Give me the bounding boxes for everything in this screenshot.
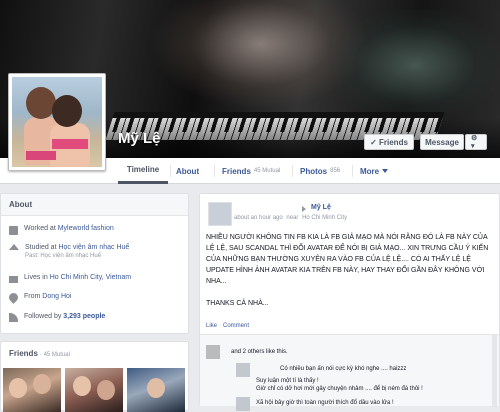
post-author-name[interactable]: Mỹ Lệ [311, 204, 331, 211]
tab-photos-count: 856 [330, 168, 341, 174]
followers-icon [9, 313, 18, 322]
tab-about[interactable]: About [176, 158, 199, 184]
about-work: Worked at Myleworld fashion [9, 225, 114, 235]
tab-timeline[interactable]: Timeline [118, 158, 168, 184]
about-title[interactable]: About [1, 194, 188, 216]
about-from-link[interactable]: Dong Hoi [42, 293, 71, 300]
liker-avatar[interactable] [206, 345, 220, 359]
likes-text: and 2 others like this. [231, 349, 288, 355]
comment-text: Giờ chỉ có dở hơi mới gây chuyện nhảm ..… [256, 386, 423, 392]
comment: Có nhiều bạn ấn nói cực kỳ khó nghe ....… [236, 363, 407, 377]
comment: Suy luận một tí là thấy ! Giờ chỉ có dở … [256, 377, 423, 393]
cover-dress-highlight [330, 10, 500, 120]
friends-button[interactable]: ✓ Friends [364, 134, 414, 150]
about-lives-prefix: Lives in [24, 274, 50, 281]
arrow-right-icon [302, 206, 306, 212]
tab-more-label: More [360, 166, 380, 176]
commenter-avatar[interactable] [236, 363, 250, 377]
about-work-link[interactable]: Myleworld fashion [58, 225, 114, 232]
about-followed-prefix: Followed by [24, 313, 64, 320]
friend-thumbnail[interactable] [65, 368, 123, 412]
graduation-cap-icon [9, 244, 19, 250]
about-followed-link[interactable]: 3,293 people [63, 313, 105, 320]
about-study-prefix: Studied at [25, 244, 59, 251]
about-study: Studied at Học viện âm nhạc Huế Past: Họ… [9, 244, 129, 259]
like-link[interactable]: Like [206, 323, 217, 329]
tab-timeline-label: Timeline [126, 165, 160, 174]
post-meta: about an hour ago near Ho Chi Minh City [234, 215, 347, 221]
location-pin-icon [7, 291, 20, 304]
friends-box-title[interactable]: Friends [9, 349, 38, 358]
friends-box-count: · 45 Mutual [39, 352, 70, 358]
comment-text: Có nhiều bạn ấn nói cực kỳ khó nghe ....… [280, 366, 407, 372]
about-followed: Followed by 3,293 people [9, 313, 105, 322]
settings-gear-button[interactable]: ⚙ ▾ [465, 134, 487, 150]
timeline-post: Mỹ Lệ about an hour ago near Ho Chi Minh… [199, 193, 500, 411]
friend-thumbnail[interactable] [3, 368, 61, 412]
comment-link[interactable]: Comment [223, 323, 249, 329]
post-location[interactable]: Ho Chi Minh City [302, 215, 347, 221]
post-text-paragraph: THANKS CẢ NHÀ... [206, 300, 269, 307]
tab-about-label: About [176, 166, 200, 176]
about-lives-link[interactable]: Ho Chi Minh City, Vietnam [50, 274, 131, 281]
comments-scrollbar[interactable] [492, 335, 497, 407]
tab-friends-label: Friends [222, 166, 251, 176]
commenter-avatar[interactable] [236, 397, 250, 411]
post-timestamp[interactable]: about an hour ago [234, 215, 283, 221]
about-from: From Dong Hoi [7, 291, 71, 304]
tab-divider [214, 165, 215, 177]
comment-text: Suy luận một tí là thấy ! [256, 378, 319, 384]
about-from-prefix: From [24, 293, 43, 300]
comment: Xã hội bây giờ thì toàn người thích đổ d… [236, 397, 394, 411]
post-location-prefix: near [286, 215, 299, 221]
post-text-paragraph: NHIỀU NGƯỜI KHÔNG TIN FB KIA LÀ FB GIẢ M… [206, 234, 489, 285]
about-box: About Worked at Myleworld fashion Studie… [0, 193, 189, 334]
briefcase-icon [9, 226, 18, 235]
post-feedback: and 2 others like this. Có nhiều bạn ấn … [200, 334, 499, 411]
friends-box: Friends · 45 Mutual [0, 341, 189, 412]
profile-picture[interactable] [8, 73, 106, 171]
comment-text: Xã hội bây giờ thì toàn người thích đổ d… [256, 400, 394, 406]
tab-divider [352, 165, 353, 177]
tab-friends[interactable]: Friends 45 Mutual [222, 158, 280, 184]
tab-more[interactable]: More [360, 158, 389, 184]
about-study-past: Past: Học viện âm nhạc Huế [25, 253, 102, 259]
about-lives: Lives in Ho Chi Minh City, Vietnam [9, 274, 131, 283]
about-study-link[interactable]: Học viện âm nhạc Huế [58, 244, 129, 251]
chevron-down-icon [382, 169, 389, 173]
post-actions: Like · Comment [206, 323, 249, 329]
tab-divider [170, 165, 171, 177]
profile-name[interactable]: Mỹ Lệ [118, 130, 161, 147]
message-button[interactable]: Message [420, 134, 464, 150]
friend-thumbnail[interactable] [127, 368, 185, 412]
action-separator: · [219, 323, 222, 329]
likes-summary: and 2 others like this. [206, 345, 288, 359]
tab-divider [292, 165, 293, 177]
tab-friends-count: 45 Mutual [253, 168, 281, 174]
post-body: NHIỀU NGƯỜI KHÔNG TIN FB KIA LÀ FB GIẢ M… [206, 232, 495, 320]
post-author-avatar[interactable] [208, 202, 232, 226]
tab-photos[interactable]: Photos 856 [300, 158, 340, 184]
friends-box-header: Friends · 45 Mutual [1, 342, 188, 365]
tab-photos-label: Photos [300, 166, 328, 176]
about-work-prefix: Worked at [24, 225, 58, 232]
home-icon [9, 276, 18, 283]
